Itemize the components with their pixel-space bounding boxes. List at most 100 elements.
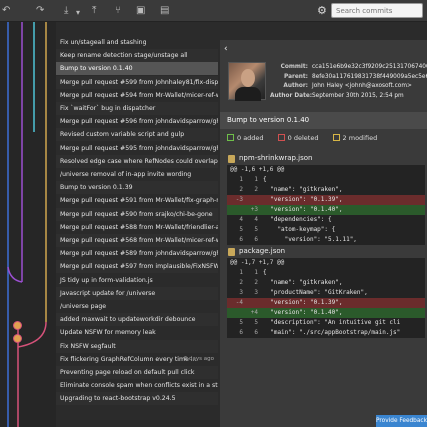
diff-file: npm-shrinkwrap.json @@ -1,6 +1,6 @@ 1 1 {2 2 … <box>227 152 425 245</box>
commit-row[interactable]: Fix flickering GraphRefColumn every time… <box>56 353 218 366</box>
deleted-stat[interactable]: 0 deleted <box>277 134 318 142</box>
commit-row[interactable]: added maxwait to updateworkdir debounce <box>56 313 218 327</box>
line-code: { <box>263 269 267 276</box>
commit-row[interactable]: Bump to version 0.1.40 <box>56 62 218 76</box>
commit-message: Revised custom variable script and gulp <box>60 131 185 139</box>
meta-value[interactable]: 8efe30a117619831738f449009a5ec5e6be2 <box>312 74 427 80</box>
commit-message: Merge pull request #568 from Mr-Wallet/m… <box>60 237 218 244</box>
commit-row[interactable]: Merge pull request #599 from Johnhaley81… <box>56 75 218 89</box>
old-line-number: 1 <box>239 176 243 183</box>
old-line-number: 2 <box>239 186 243 193</box>
line-code: "version": "0.1.40", <box>263 206 343 213</box>
push-icon[interactable]: ⤒ <box>92 5 96 17</box>
line-code: "name": "gitkraken", <box>263 186 343 193</box>
commit-row[interactable]: Merge pull request #590 from srajko/chi-… <box>56 207 218 221</box>
stash-icon[interactable]: ▣ <box>136 5 145 17</box>
commit-row[interactable]: Merge pull request #589 from johndavidsp… <box>56 247 218 260</box>
commit-row[interactable]: Keep rename detection stage/unstage all <box>56 49 218 63</box>
commit-row[interactable]: Merge pull request #568 from Mr-Wallet/m… <box>56 234 218 247</box>
commit-message: Merge pull request #595 from johndavidsp… <box>60 144 218 152</box>
diff-line: -3 "version": "0.1.39", <box>227 195 425 205</box>
new-line-number: 1 <box>254 269 258 276</box>
undo-icon[interactable]: ↶ <box>2 5 10 17</box>
commit-row[interactable]: Resolved edge case where RefNodes could … <box>56 154 218 168</box>
commit-row[interactable]: Merge pull request #588 from Mr-Wallet/f… <box>56 221 218 234</box>
old-line-number: 6 <box>239 236 243 243</box>
diff-line: +4 "version": "0.1.40", <box>227 308 425 318</box>
added-icon <box>227 134 234 141</box>
commit-message: Preventing page reload on default pull c… <box>60 369 195 376</box>
commit-row[interactable]: Merge pull request #594 from Mr-Wallet/m… <box>56 89 218 102</box>
pull-icon[interactable]: ⤓ <box>64 5 68 17</box>
commit-time: 6 days ago <box>183 355 214 362</box>
meta-key: Author Date: <box>270 92 313 99</box>
file-icon <box>228 155 235 163</box>
provide-feedback-button[interactable]: Provide Feedback <box>376 415 427 427</box>
commit-row[interactable]: Javascript update for /universe <box>56 286 218 300</box>
modified-stat[interactable]: 2 modified <box>332 134 377 142</box>
avatar <box>13 321 22 330</box>
diff-line: 6 6 "version": "5.1.11", <box>227 235 425 245</box>
commit-row[interactable]: /universe page <box>56 300 218 313</box>
commit-row[interactable]: Fix `waitFor` bug in dispatcher <box>56 102 218 115</box>
new-line-number: 5 <box>254 319 258 326</box>
hunk-header: @@ -1,7 +1,7 @@ <box>230 259 285 266</box>
new-line-number: 6 <box>254 236 258 243</box>
diff-line: -4 "version": "0.1.39", <box>227 298 425 308</box>
added-stat[interactable]: 0 added <box>227 134 264 142</box>
commit-row[interactable]: Fix NSFW segfault <box>56 339 218 353</box>
commit-row[interactable]: /universe removal of in-app invite wordi… <box>56 168 218 181</box>
meta-line: Parent: 8efe30a117619831738f449009a5ec5e6… <box>270 73 427 83</box>
line-code: "version": "5.1.11", <box>263 236 357 243</box>
commit-message: Merge pull request #599 from Johnhaley81… <box>60 78 218 86</box>
diff-file: package.json @@ -1,7 +1,7 @@ 1 1 {2 2 "name":… <box>227 245 425 338</box>
diff-file-header[interactable]: npm-shrinkwrap.json <box>227 152 425 165</box>
commit-message: Bump to version 0.1.40 <box>60 65 133 73</box>
change-stats: 0 added 0 deleted 2 modified <box>227 134 427 146</box>
commit-graph[interactable] <box>0 22 56 427</box>
new-line-number: +3 <box>250 206 258 213</box>
commit-row[interactable]: Eliminate console spam when conflicts ex… <box>56 379 218 392</box>
gear-icon[interactable]: ⚙ <box>317 4 327 17</box>
commit-row[interactable]: Revised custom variable script and gulp <box>56 128 218 142</box>
diff-file-header[interactable]: package.json <box>227 245 425 258</box>
line-code: "atom-keymap": { <box>263 226 336 233</box>
new-line-number: 1 <box>254 176 258 183</box>
commit-row[interactable]: Merge pull request #597 from implausible… <box>56 260 218 274</box>
commit-row[interactable]: Fix un/stageall and stashing <box>56 36 218 49</box>
chevron-left-icon[interactable]: ‹ <box>224 44 228 54</box>
commit-row[interactable]: Upgrading to react-bootstrap v0.24.5 <box>56 392 218 406</box>
commit-row[interactable]: Merge pull request #591 from Mr-Wallet/f… <box>56 194 218 207</box>
commit-row[interactable]: Merge pull request #596 from johndavidsp… <box>56 115 218 128</box>
commit-message: Upgrading to react-bootstrap v0.24.5 <box>60 395 176 403</box>
search-input[interactable] <box>331 3 423 18</box>
meta-value[interactable]: John Haley <johnh@axosoft.com> <box>312 83 412 89</box>
old-line-number: -3 <box>235 196 243 203</box>
commit-message: Eliminate console spam when conflicts ex… <box>60 382 218 390</box>
pop-icon[interactable]: ▤ <box>160 5 169 17</box>
line-code: "description": "An intuitive git cli <box>263 319 401 326</box>
modified-icon <box>332 134 340 141</box>
meta-value[interactable]: cca151e6b9e32c3f9209c2513170674005 <box>312 64 427 70</box>
old-line-number: 2 <box>239 279 243 286</box>
commit-row[interactable]: Preventing page reload on default pull c… <box>56 366 218 379</box>
commit-message: Merge pull request #596 from johndavidsp… <box>60 118 218 126</box>
meta-value[interactable]: September 30th 2015, 2:54 pm <box>312 93 404 99</box>
old-line-number: 5 <box>239 319 243 326</box>
commit-message: Merge pull request #590 from srajko/chi-… <box>60 210 213 218</box>
commit-row[interactable]: Bump to version 0.1.39 <box>56 181 218 195</box>
pull-dropdown-icon[interactable]: ▾ <box>76 7 80 19</box>
commit-message: Fix un/stageall and stashing <box>60 39 147 46</box>
branch-icon[interactable]: ⑂ <box>115 5 121 17</box>
redo-icon[interactable]: ↷ <box>36 5 44 17</box>
commit-message: Merge pull request #597 from implausible… <box>60 263 218 271</box>
hunk-header: @@ -1,6 +1,6 @@ <box>230 166 285 173</box>
commit-row[interactable]: Merge pull request #595 from johndavidsp… <box>56 142 218 155</box>
new-line-number: +4 <box>250 309 258 316</box>
commit-row[interactable]: Update NSFW for memory leak <box>56 326 218 339</box>
new-line-number: 4 <box>254 216 258 223</box>
commit-row[interactable]: JS tidy up in form-validation.js <box>56 274 218 287</box>
line-code: "version": "0.1.39", <box>263 299 343 306</box>
new-line-number: 6 <box>254 329 258 336</box>
meta-key: Author: <box>283 83 308 89</box>
